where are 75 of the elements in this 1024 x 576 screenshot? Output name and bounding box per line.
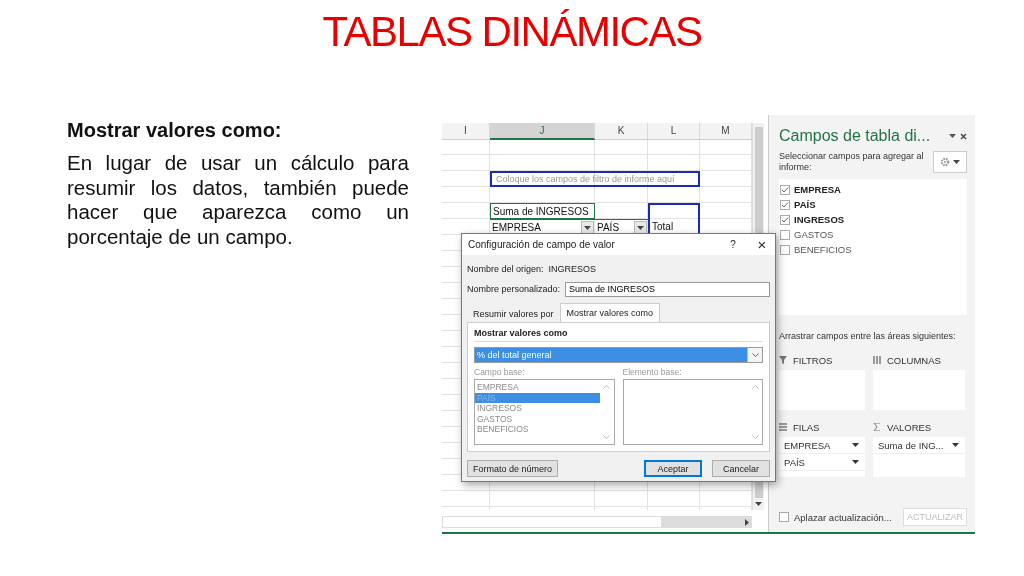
- down-chevron-icon: [603, 435, 610, 439]
- field-label: Nombre del origen:: [467, 264, 544, 274]
- caret-icon: [637, 225, 644, 230]
- down-arrow-icon: [755, 502, 762, 506]
- area-label: FILTROS: [793, 354, 833, 366]
- drop-area[interactable]: Suma de ING...: [873, 437, 965, 477]
- field-label: Nombre personalizado:: [467, 284, 561, 294]
- right-arrow-icon: [745, 518, 749, 526]
- table-cell-text: EMPRESA: [492, 221, 541, 235]
- up-chevron-icon: [603, 385, 610, 389]
- help-button[interactable]: ?: [723, 239, 743, 250]
- filter-drop-zone: Coloque los campos de filtro de informe aquí: [490, 171, 700, 187]
- close-icon[interactable]: [960, 132, 967, 140]
- up-chevron-icon: [751, 385, 759, 389]
- instruction-text: Arrastrar campos entre las áreas siguientes:: [779, 331, 957, 341]
- settings-button[interactable]: [933, 151, 967, 173]
- checkbox[interactable]: [780, 184, 790, 195]
- dialog-title: Configuración de campo de valor: [468, 239, 616, 250]
- area-label: FILAS: [793, 421, 820, 433]
- area-label: VALORES: [887, 421, 932, 433]
- field-label: BENEFICIOS: [794, 244, 852, 255]
- down-chevron-icon: [751, 435, 759, 439]
- checkbox[interactable]: [780, 229, 790, 240]
- dropdown-button[interactable]: [634, 220, 647, 235]
- rows-icon: [779, 423, 787, 431]
- field-label: EMPRESA: [794, 184, 841, 195]
- field-label: INGRESOS: [794, 214, 845, 225]
- button[interactable]: Cancelar: [712, 460, 770, 477]
- column-header[interactable]: J: [490, 123, 595, 140]
- caret-icon[interactable]: [949, 134, 956, 138]
- caret-icon: [584, 225, 591, 230]
- caret-icon: [852, 460, 859, 464]
- close-button[interactable]: ×: [755, 236, 769, 253]
- heading: Mostrar valores como:: [67, 119, 283, 142]
- button[interactable]: Aceptar: [644, 460, 702, 477]
- settings-icon: [940, 157, 950, 167]
- tab[interactable]: Mostrar valores como: [559, 303, 661, 322]
- field-label: PAÍS: [794, 199, 816, 210]
- dropdown-button[interactable]: [581, 220, 594, 235]
- caret-icon: [953, 160, 960, 164]
- table-cell[interactable]: Suma de INGRESOS: [490, 203, 595, 219]
- checkbox[interactable]: [780, 244, 790, 255]
- button[interactable]: Formato de número: [467, 460, 559, 477]
- field-chip[interactable]: Suma de ING...: [873, 437, 965, 454]
- list-label: Campo base:: [474, 367, 526, 377]
- caret-icon: [952, 443, 959, 447]
- instruction-text: Seleccionar campos para agregar al informe:: [779, 151, 924, 173]
- field-chip[interactable]: PAÍS: [779, 454, 865, 471]
- base-item-list[interactable]: [622, 379, 763, 445]
- table-cell[interactable]: [648, 203, 700, 219]
- area-label: COLUMNAS: [887, 354, 941, 366]
- checkbox-label: Aplazar actualización...: [794, 511, 893, 523]
- field-value: INGRESOS: [548, 264, 597, 274]
- caret-icon: [852, 443, 859, 447]
- checkbox[interactable]: [780, 214, 790, 225]
- field-chip[interactable]: EMPRESA: [779, 437, 865, 454]
- list-label: Elemento base:: [622, 367, 683, 377]
- field-label: GASTOS: [794, 229, 834, 240]
- filter-icon: [779, 356, 787, 364]
- column-header[interactable]: L: [648, 123, 700, 140]
- sigma-icon: [873, 423, 881, 431]
- checkbox[interactable]: [780, 199, 790, 210]
- horizontal-scrollbar[interactable]: [442, 516, 752, 528]
- drop-area[interactable]: EMPRESA PAÍS: [779, 437, 865, 477]
- pane-title: Campos de tabla di...: [779, 127, 932, 145]
- chevron-down-icon: [751, 353, 759, 357]
- section-title: Mostrar valores como: [474, 328, 763, 342]
- slide-title: TABLAS DINÁMICAS: [321, 7, 703, 57]
- table-cell: PAÍS: [597, 220, 620, 235]
- name-input-field[interactable]: Suma de INGRESOS: [565, 281, 770, 297]
- column-header[interactable]: K: [595, 123, 648, 140]
- checkbox[interactable]: [779, 512, 789, 522]
- paragraph: En lugar de usar un cálculo para resumir los datos, también puede hacer que aparezca como un porcentaje de un campo.: [67, 151, 409, 249]
- columns-icon: [873, 356, 881, 364]
- tab[interactable]: Resumir valores por: [467, 306, 560, 322]
